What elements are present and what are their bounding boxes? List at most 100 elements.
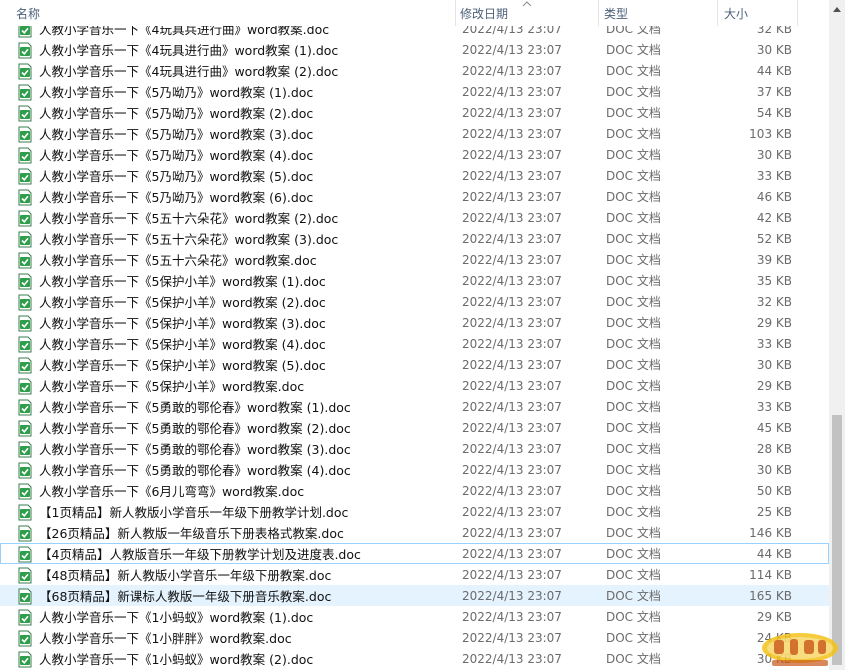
file-size: 50 KB — [756, 484, 792, 498]
doc-file-check-icon — [18, 189, 32, 206]
file-size: 29 KB — [756, 379, 792, 393]
file-row[interactable]: 人教小学音乐一下《5勇敢的鄂伦春》word教案 (4).doc 2022/4/1… — [0, 459, 829, 480]
column-header-type[interactable]: 类型 — [600, 0, 715, 26]
file-type: DOC 文档 — [606, 190, 661, 204]
file-type: DOC 文档 — [606, 568, 661, 582]
file-modified-date: 2022/4/13 23:07 — [462, 505, 562, 519]
column-header: 名称 修改日期 类型 大小 — [0, 0, 829, 26]
file-size: 33 KB — [756, 400, 792, 414]
file-row[interactable]: 【26页精品】新人教版一年级音乐下册表格式教案.doc 2022/4/13 23… — [0, 522, 829, 543]
doc-file-check-icon — [18, 483, 32, 500]
file-modified-date: 2022/4/13 23:07 — [462, 379, 562, 393]
file-name: 人教小学音乐一下《1小蚂蚁》word教案 (1).doc — [39, 610, 314, 625]
file-type: DOC 文档 — [606, 358, 661, 372]
file-name: 人教小学音乐一下《5保护小羊》word教案.doc — [39, 379, 305, 394]
column-header-date-label: 修改日期 — [460, 7, 509, 21]
file-row[interactable]: 人教小学音乐一下《5五十六朵花》word教案.doc 2022/4/13 23:… — [0, 249, 829, 270]
file-row[interactable]: 人教小学音乐一下《1小蚂蚁》word教案 (1).doc 2022/4/13 2… — [0, 606, 829, 627]
file-type: DOC 文档 — [606, 169, 661, 183]
doc-file-check-icon — [18, 357, 32, 374]
file-row[interactable]: 人教小学音乐一下《5勇敢的鄂伦春》word教案 (3).doc 2022/4/1… — [0, 438, 829, 459]
file-row[interactable]: 人教小学音乐一下《5保护小羊》word教案 (2).doc 2022/4/13 … — [0, 291, 829, 312]
file-row[interactable]: 人教小学音乐一下《5乃呦乃》word教案 (3).doc 2022/4/13 2… — [0, 123, 829, 144]
file-row[interactable]: 人教小学音乐一下《1小胖胖》word教案.doc 2022/4/13 23:07… — [0, 627, 829, 648]
file-modified-date: 2022/4/13 23:07 — [462, 253, 562, 267]
file-modified-date: 2022/4/13 23:07 — [462, 64, 562, 78]
scroll-up-arrow-icon[interactable] — [833, 6, 841, 12]
file-row[interactable]: 人教小学音乐一下《5乃呦乃》word教案 (5).doc 2022/4/13 2… — [0, 165, 829, 186]
file-type: DOC 文档 — [606, 148, 661, 162]
file-row[interactable]: 人教小学音乐一下《5五十六朵花》word教案 (3).doc 2022/4/13… — [0, 228, 829, 249]
scrollbar-thumb[interactable] — [832, 415, 842, 665]
doc-file-check-icon — [18, 336, 32, 353]
doc-file-check-icon — [18, 525, 32, 542]
file-modified-date: 2022/4/13 23:07 — [462, 568, 562, 582]
file-modified-date: 2022/4/13 23:07 — [462, 400, 562, 414]
file-name: 人教小学音乐一下《5乃呦乃》word教案 (1).doc — [39, 85, 314, 100]
doc-file-check-icon — [18, 378, 32, 395]
file-name: 人教小学音乐一下《5勇敢的鄂伦春》word教案 (3).doc — [39, 442, 351, 457]
file-name: 人教小学音乐一下《5五十六朵花》word教案 (3).doc — [39, 232, 339, 247]
file-modified-date: 2022/4/13 23:07 — [462, 337, 562, 351]
doc-file-check-icon — [18, 630, 32, 647]
file-type: DOC 文档 — [606, 379, 661, 393]
file-row[interactable]: 【4页精品】人教版音乐一年级下册教学计划及进度表.doc 2022/4/13 2… — [0, 543, 829, 564]
file-size: 30 KB — [756, 463, 792, 477]
file-size: 146 KB — [749, 526, 792, 540]
file-row[interactable]: 人教小学音乐一下《6月儿弯弯》word教案.doc 2022/4/13 23:0… — [0, 480, 829, 501]
file-size: 103 KB — [749, 127, 792, 141]
file-row[interactable]: 【48页精品】新人教版小学音乐一年级下册教案.doc 2022/4/13 23:… — [0, 564, 829, 585]
file-row[interactable]: 人教小学音乐一下《5保护小羊》word教案 (3).doc 2022/4/13 … — [0, 312, 829, 333]
file-size: 30 KB — [756, 148, 792, 162]
file-row[interactable]: 人教小学音乐一下《5五十六朵花》word教案 (2).doc 2022/4/13… — [0, 207, 829, 228]
file-row[interactable]: 人教小学音乐一下《4玩具进行曲》word教案 (2).doc 2022/4/13… — [0, 60, 829, 81]
column-divider[interactable] — [717, 0, 718, 26]
column-header-name-label: 名称 — [16, 7, 41, 21]
file-row[interactable]: 人教小学音乐一下《5乃呦乃》word教案 (2).doc 2022/4/13 2… — [0, 102, 829, 123]
file-row[interactable]: 人教小学音乐一下《5勇敢的鄂伦春》word教案 (2).doc 2022/4/1… — [0, 417, 829, 438]
file-row[interactable]: 人教小学音乐一下《5保护小羊》word教案 (5).doc 2022/4/13 … — [0, 354, 829, 375]
file-size: 32 KB — [756, 295, 792, 309]
file-name: 人教小学音乐一下《5勇敢的鄂伦春》word教案 (1).doc — [39, 400, 351, 415]
file-row[interactable]: 人教小学音乐一下《5保护小羊》word教案 (1).doc 2022/4/13 … — [0, 270, 829, 291]
file-size: 114 KB — [749, 568, 792, 582]
file-name: 人教小学音乐一下《1小胖胖》word教案.doc — [39, 631, 292, 646]
file-row[interactable]: 人教小学音乐一下《5勇敢的鄂伦春》word教案 (1).doc 2022/4/1… — [0, 396, 829, 417]
file-row[interactable]: 【68页精品】新课标人教版一年级下册音乐教案.doc 2022/4/13 23:… — [0, 585, 829, 606]
file-row[interactable]: 人教小学音乐一下《5保护小羊》word教案.doc 2022/4/13 23:0… — [0, 375, 829, 396]
file-row[interactable]: 人教小学音乐一下《5乃呦乃》word教案 (6).doc 2022/4/13 2… — [0, 186, 829, 207]
doc-file-check-icon — [18, 546, 32, 563]
doc-file-check-icon — [18, 588, 32, 605]
file-name: 人教小学音乐一下《5五十六朵花》word教案 (2).doc — [39, 211, 339, 226]
file-modified-date: 2022/4/13 23:07 — [462, 316, 562, 330]
file-row[interactable]: 【1页精品】新人教版小学音乐一年级下册教学计划.doc 2022/4/13 23… — [0, 501, 829, 522]
file-size: 54 KB — [756, 106, 792, 120]
file-row[interactable]: 人教小学音乐一下《4玩具进行曲》word教案 (1).doc 2022/4/13… — [0, 39, 829, 60]
doc-file-check-icon — [18, 462, 32, 479]
file-size: 30 KB — [756, 43, 792, 57]
file-type: DOC 文档 — [606, 274, 661, 288]
file-row[interactable]: 人教小学音乐一下《5保护小羊》word教案 (4).doc 2022/4/13 … — [0, 333, 829, 354]
file-name: 【48页精品】新人教版小学音乐一年级下册教案.doc — [39, 568, 332, 583]
file-name: 人教小学音乐一下《5五十六朵花》word教案.doc — [39, 253, 317, 268]
file-modified-date: 2022/4/13 23:07 — [462, 274, 562, 288]
column-header-size[interactable]: 大小 — [720, 0, 795, 26]
column-divider[interactable] — [598, 0, 599, 26]
doc-file-check-icon — [18, 273, 32, 290]
doc-file-check-icon — [18, 399, 32, 416]
file-modified-date: 2022/4/13 23:07 — [462, 148, 562, 162]
file-type: DOC 文档 — [606, 127, 661, 141]
file-row[interactable]: 人教小学音乐一下《1小蚂蚁》word教案 (2).doc 2022/4/13 2… — [0, 648, 829, 669]
file-modified-date: 2022/4/13 23:07 — [462, 43, 562, 57]
file-row[interactable]: 人教小学音乐一下《5乃呦乃》word教案 (4).doc 2022/4/13 2… — [0, 144, 829, 165]
file-row[interactable]: 人教小学音乐一下《5乃呦乃》word教案 (1).doc 2022/4/13 2… — [0, 81, 829, 102]
vertical-scrollbar[interactable] — [829, 0, 845, 670]
file-size: 28 KB — [756, 442, 792, 456]
file-modified-date: 2022/4/13 23:07 — [462, 232, 562, 246]
column-header-name[interactable]: 名称 — [12, 0, 452, 26]
file-name: 人教小学音乐一下《5乃呦乃》word教案 (5).doc — [39, 169, 314, 184]
column-divider[interactable] — [797, 0, 798, 26]
file-modified-date: 2022/4/13 23:07 — [462, 442, 562, 456]
column-header-size-label: 大小 — [724, 7, 749, 21]
file-name: 人教小学音乐一下《5保护小羊》word教案 (4).doc — [39, 337, 326, 352]
